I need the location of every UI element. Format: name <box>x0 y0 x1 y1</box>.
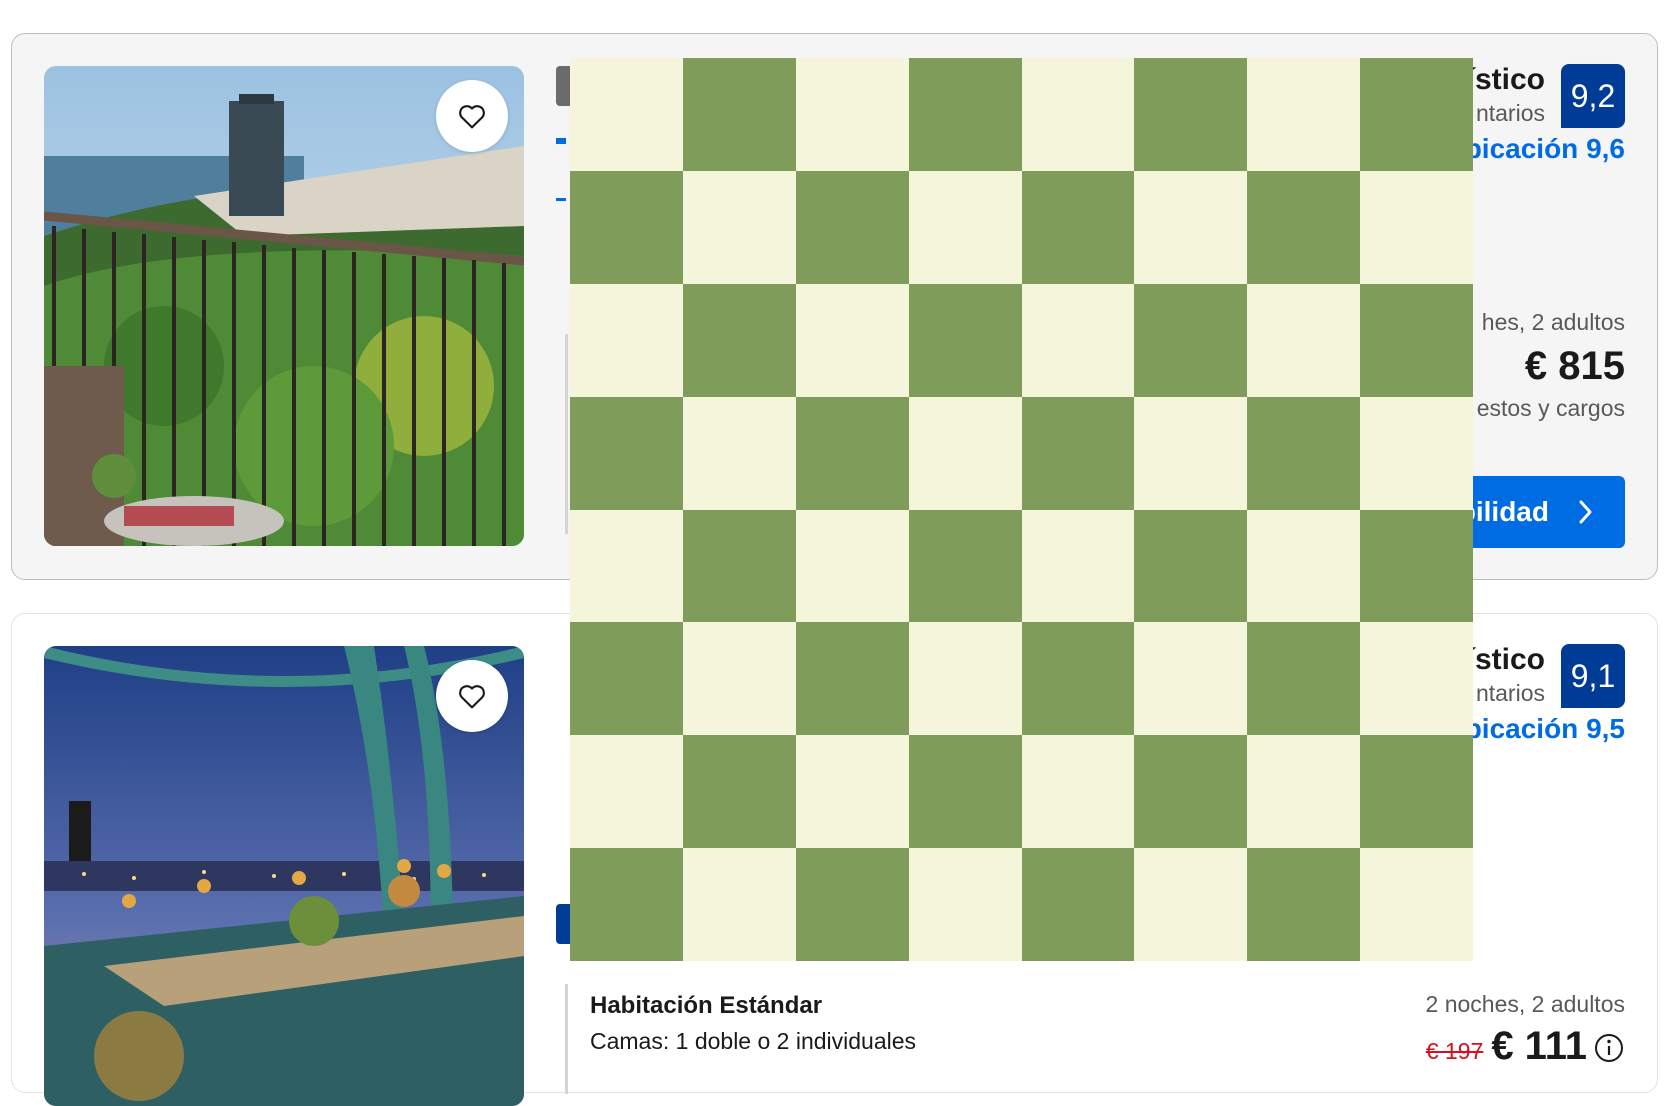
checkerboard-overlay <box>570 58 1473 961</box>
price-row: € 197 € 111 <box>1426 1024 1625 1069</box>
checker-square <box>1021 396 1135 510</box>
checker-square <box>1247 170 1361 284</box>
checker-square <box>1360 509 1473 623</box>
checker-square <box>570 622 683 736</box>
chevron-right-icon <box>1579 500 1592 524</box>
checker-square <box>795 170 909 284</box>
checker-square <box>570 170 683 284</box>
location-score[interactable]: bicación 9,6 <box>1465 133 1625 165</box>
checker-square <box>1021 170 1135 284</box>
review-count[interactable]: ntarios <box>1476 680 1545 707</box>
checker-square <box>1360 848 1473 961</box>
heart-outline-icon <box>459 105 485 129</box>
checker-square <box>908 848 1022 961</box>
checker-square <box>1247 58 1361 171</box>
checker-square <box>682 283 796 397</box>
checker-square <box>682 58 796 171</box>
review-score-word[interactable]: ístico <box>1467 643 1545 677</box>
checker-square <box>1247 848 1361 961</box>
checker-square <box>1247 735 1361 849</box>
price: € 111 <box>1491 1024 1587 1068</box>
checker-square <box>1134 622 1248 736</box>
price: € 815 <box>1524 344 1625 388</box>
checker-square <box>1134 848 1248 961</box>
room-beds: Camas: 1 doble o 2 individuales <box>590 1028 917 1054</box>
checker-square <box>682 396 796 510</box>
checker-square <box>1360 283 1473 397</box>
checker-square <box>1134 735 1248 849</box>
checker-square <box>1021 848 1135 961</box>
checker-square <box>1134 170 1248 284</box>
checker-square <box>682 848 796 961</box>
checker-square <box>1021 735 1135 849</box>
checker-square <box>1021 58 1135 171</box>
heart-outline-icon <box>459 685 485 709</box>
checker-square <box>1134 396 1248 510</box>
checker-square <box>1134 58 1248 171</box>
checker-square <box>1247 622 1361 736</box>
checker-square <box>908 509 1022 623</box>
info-icon[interactable] <box>1593 1032 1625 1064</box>
checker-square <box>795 622 909 736</box>
checker-square <box>908 170 1022 284</box>
checker-square <box>1360 58 1473 171</box>
checker-square <box>908 283 1022 397</box>
checker-square <box>1021 509 1135 623</box>
review-score-badge[interactable]: 9,2 <box>1561 64 1625 128</box>
checker-square <box>1247 509 1361 623</box>
checker-square <box>795 283 909 397</box>
stay-summary: hes, 2 adultos <box>1481 309 1625 335</box>
checker-square <box>795 848 909 961</box>
checker-square <box>795 396 909 510</box>
property-photo-2[interactable] <box>44 646 524 1106</box>
checker-square <box>1134 283 1248 397</box>
room-info-divider <box>565 984 568 1094</box>
checker-square <box>795 735 909 849</box>
checker-square <box>795 58 909 171</box>
room-title: Habitación Estándar <box>590 992 823 1019</box>
checker-square <box>682 509 796 623</box>
checker-square <box>908 622 1022 736</box>
checker-square <box>908 58 1022 171</box>
checker-square <box>1360 735 1473 849</box>
checker-square <box>1247 283 1361 397</box>
checker-square <box>570 396 683 510</box>
checker-square <box>570 848 683 961</box>
title-fragment[interactable] <box>556 138 566 144</box>
checker-square <box>570 58 683 171</box>
checker-square <box>1360 622 1473 736</box>
checker-square <box>908 735 1022 849</box>
checker-square <box>1247 396 1361 510</box>
checker-square <box>1134 509 1248 623</box>
checker-square <box>570 283 683 397</box>
review-count[interactable]: ntarios <box>1476 100 1545 127</box>
review-score-word[interactable]: ístico <box>1467 63 1545 97</box>
favorite-button-2[interactable] <box>436 660 508 732</box>
checker-square <box>1021 283 1135 397</box>
link-fragment[interactable] <box>556 198 566 201</box>
property-tag-fragment <box>556 66 570 106</box>
checker-square <box>570 509 683 623</box>
deal-badge-fragment <box>556 904 570 944</box>
checker-square <box>1360 170 1473 284</box>
review-score-badge[interactable]: 9,1 <box>1561 644 1625 708</box>
checker-square <box>795 509 909 623</box>
checker-square <box>570 735 683 849</box>
checker-square <box>682 622 796 736</box>
checker-square <box>908 396 1022 510</box>
taxes-note: estos y cargos <box>1476 395 1625 421</box>
original-price: € 197 <box>1425 1038 1484 1064</box>
favorite-button-1[interactable] <box>436 80 508 152</box>
room-info-divider <box>565 334 568 534</box>
stay-summary: 2 noches, 2 adultos <box>1425 991 1625 1017</box>
property-photo-1[interactable] <box>44 66 524 546</box>
checker-square <box>682 170 796 284</box>
checker-square <box>682 735 796 849</box>
location-score[interactable]: bicación 9,5 <box>1465 713 1625 745</box>
checker-square <box>1360 396 1473 510</box>
checker-square <box>1021 622 1135 736</box>
